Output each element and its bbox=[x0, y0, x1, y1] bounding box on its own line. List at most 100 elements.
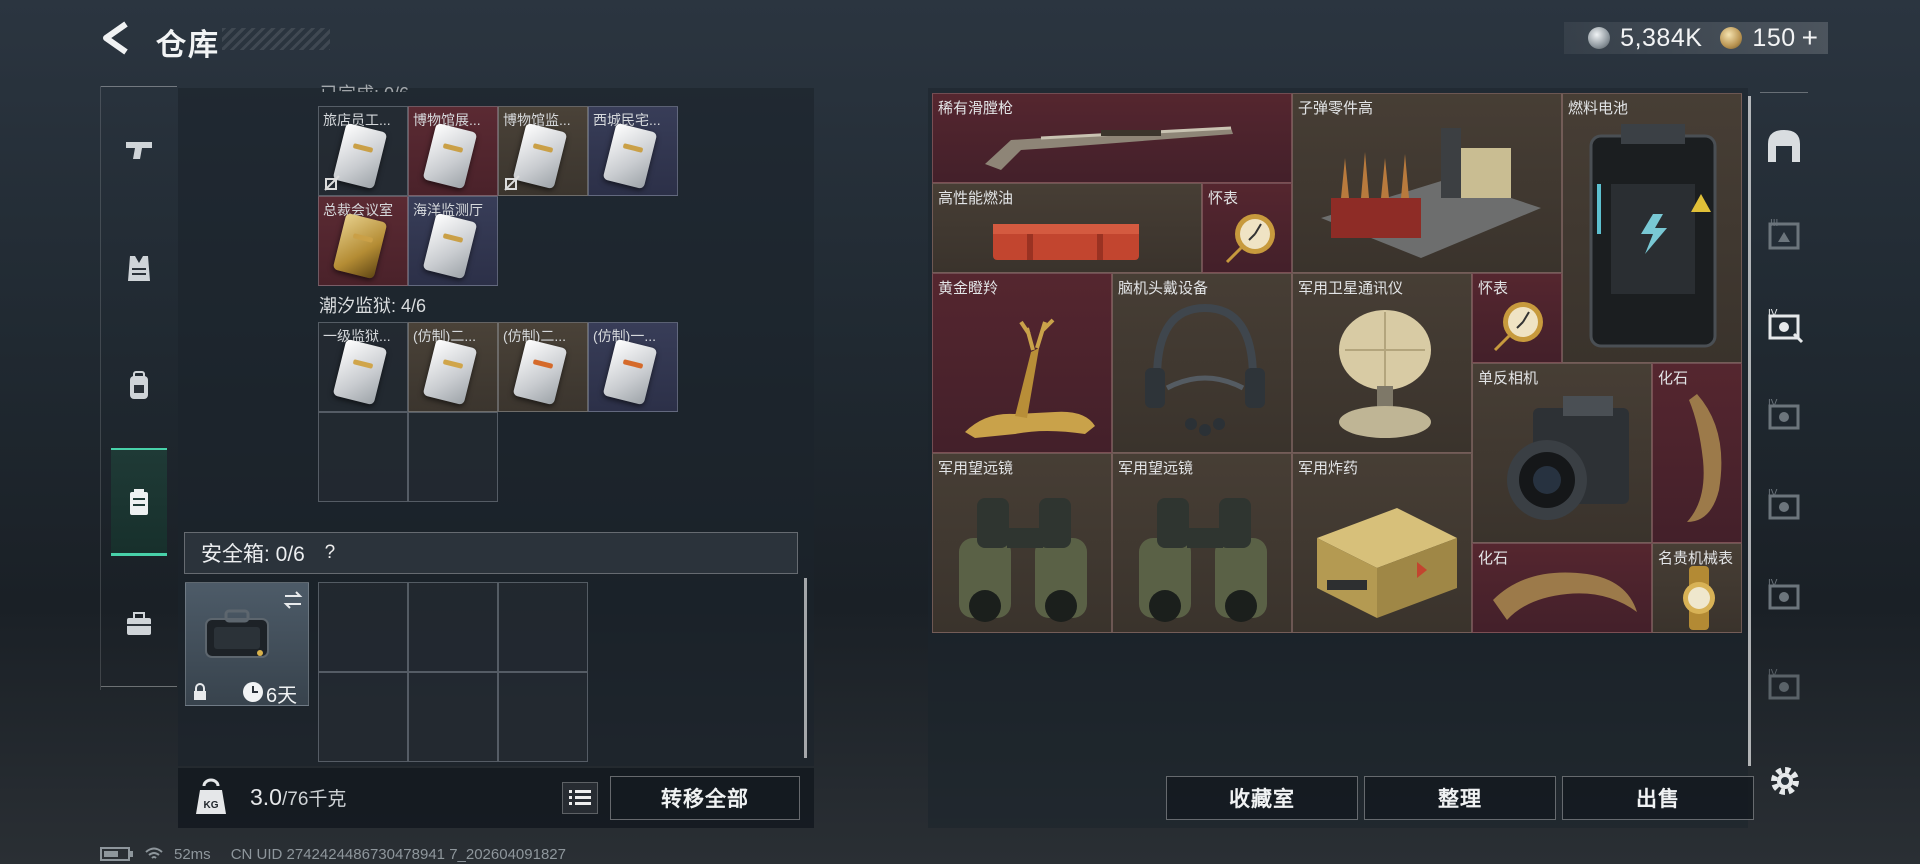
luxury-watch-icon bbox=[1683, 566, 1715, 630]
storage-iv-icon: IV bbox=[1768, 668, 1800, 700]
binoculars-icon bbox=[959, 498, 1087, 622]
sell-button[interactable]: 出售 bbox=[1562, 776, 1754, 820]
tab-storage-main[interactable] bbox=[1760, 122, 1808, 170]
keycard-item[interactable]: 总裁会议室 bbox=[318, 196, 408, 286]
item-label: 名贵机械表 bbox=[1658, 550, 1734, 567]
storage-item[interactable]: 军用卫星通讯仪 bbox=[1292, 273, 1472, 453]
keycard-item[interactable]: 博物馆展... bbox=[408, 106, 498, 196]
empty-slot[interactable] bbox=[318, 582, 408, 672]
item-label: 化石 bbox=[1658, 370, 1689, 387]
keycard-set-header: 已完成: 0/6 bbox=[320, 80, 409, 92]
empty-slot[interactable] bbox=[408, 672, 498, 762]
vest-icon bbox=[128, 256, 150, 281]
storage-scrollbar[interactable] bbox=[1748, 96, 1751, 766]
clock-icon bbox=[243, 682, 263, 702]
list-view-button[interactable] bbox=[562, 782, 598, 814]
ammo-parts-icon bbox=[1321, 128, 1541, 258]
pistol-icon bbox=[126, 142, 152, 159]
keycard-item[interactable]: 一级监狱... bbox=[318, 322, 408, 412]
storage-item[interactable]: 稀有滑膛枪 bbox=[932, 93, 1292, 183]
wifi-icon bbox=[145, 847, 163, 859]
svg-text:IV: IV bbox=[1768, 398, 1778, 409]
list-icon bbox=[569, 790, 591, 805]
keycard-item[interactable]: 海洋监测厅 bbox=[408, 196, 498, 286]
storage-iv-icon: IV bbox=[1768, 308, 1804, 344]
storage-item[interactable]: 军用炸药 bbox=[1292, 453, 1472, 633]
unbound-icon bbox=[324, 175, 340, 191]
storage-iv-icon: IV bbox=[1768, 488, 1800, 520]
svg-text:IV: IV bbox=[1768, 668, 1778, 679]
tab-weapons[interactable] bbox=[111, 122, 167, 178]
currency-display: 5,384K 150 + bbox=[1564, 22, 1828, 54]
svg-text:KG: KG bbox=[204, 800, 219, 811]
storage-item[interactable]: 化石 bbox=[1652, 363, 1742, 543]
storage-item[interactable]: 燃料电池 bbox=[1562, 93, 1742, 363]
lock-icon bbox=[194, 683, 206, 700]
storage-item[interactable]: 怀表 bbox=[1472, 273, 1562, 363]
item-label: 军用望远镜 bbox=[1118, 460, 1194, 477]
storage-item[interactable]: 子弹零件高 bbox=[1292, 93, 1562, 273]
tab-toolbox[interactable] bbox=[111, 596, 167, 652]
weight-value: 3.0 bbox=[250, 784, 282, 810]
keycard-icon bbox=[332, 212, 388, 280]
storage-item[interactable]: 军用望远镜 bbox=[1112, 453, 1292, 633]
pocket-watch-icon bbox=[1493, 302, 1543, 352]
keycard-item[interactable]: (仿制)二... bbox=[498, 322, 588, 412]
empty-slot[interactable] bbox=[318, 672, 408, 762]
storage-item[interactable]: 名贵机械表 bbox=[1652, 543, 1742, 633]
storage-item[interactable]: 单反相机 bbox=[1472, 363, 1652, 543]
silver-amount: 5,384K bbox=[1620, 23, 1703, 52]
storage-item[interactable]: 黄金瞪羚 bbox=[932, 273, 1112, 453]
tab-storage-iv[interactable]: IV bbox=[1760, 660, 1808, 708]
keycard-item[interactable]: 博物馆监... bbox=[498, 106, 588, 196]
satellite-communicator-icon bbox=[1339, 310, 1431, 438]
fossil-claw-icon bbox=[1687, 394, 1722, 522]
tab-storage-iv[interactable]: IV bbox=[1760, 570, 1808, 618]
tab-storage-iv[interactable]: IV bbox=[1760, 390, 1808, 438]
tab-storage-iii[interactable]: III bbox=[1760, 210, 1808, 258]
tab-storage-iv-active[interactable]: IV bbox=[1760, 300, 1808, 348]
empty-slot[interactable] bbox=[408, 582, 498, 672]
storage-item[interactable]: 怀表 bbox=[1202, 183, 1292, 273]
empty-slot[interactable] bbox=[498, 672, 588, 762]
tab-storage[interactable] bbox=[111, 448, 167, 556]
keycard-icon bbox=[422, 212, 478, 280]
uid-text: CN UID 2742424486730478941 7_20260409182… bbox=[230, 845, 566, 863]
storage-item[interactable]: 化石 bbox=[1472, 543, 1652, 633]
storage-iii-icon: III bbox=[1768, 218, 1800, 250]
rail-divider bbox=[101, 86, 177, 87]
safebox-item[interactable]: 6天 bbox=[185, 582, 309, 707]
storage-item[interactable]: 高性能燃油 bbox=[932, 183, 1202, 273]
backpack-scrollbar[interactable] bbox=[804, 578, 807, 758]
collection-room-button[interactable]: 收藏室 bbox=[1166, 776, 1358, 820]
organize-button[interactable]: 整理 bbox=[1364, 776, 1556, 820]
storage-item[interactable]: 脑机头戴设备 bbox=[1112, 273, 1292, 453]
empty-slot[interactable] bbox=[498, 582, 588, 672]
safebox-header: 安全箱: 0/6 ? bbox=[184, 532, 798, 574]
safe-case-icon bbox=[205, 609, 269, 658]
keycard-item[interactable]: (仿制)一... bbox=[588, 322, 678, 412]
storage-item[interactable]: 军用望远镜 bbox=[932, 453, 1112, 633]
tab-backpack[interactable] bbox=[111, 358, 167, 414]
safebox-label: 安全箱: 0/6 bbox=[201, 543, 305, 566]
keycard-item[interactable]: 旅店员工... bbox=[318, 106, 408, 196]
gold-coin-icon bbox=[1720, 27, 1743, 49]
golden-gazelle-icon bbox=[965, 318, 1095, 438]
transfer-all-button[interactable]: 转移全部 bbox=[610, 776, 800, 820]
rail-divider bbox=[1760, 92, 1808, 93]
add-currency-button[interactable]: + bbox=[1802, 22, 1818, 54]
tab-armor[interactable] bbox=[111, 240, 167, 296]
swap-icon[interactable] bbox=[282, 589, 304, 611]
empty-slot[interactable] bbox=[318, 412, 408, 502]
settings-gear-icon[interactable] bbox=[1766, 762, 1804, 800]
keycard-item[interactable]: 西城民宅... bbox=[588, 106, 678, 196]
back-arrow-icon[interactable] bbox=[98, 20, 132, 56]
keycard-item[interactable]: (仿制)二... bbox=[408, 322, 498, 412]
tab-storage-iv[interactable]: IV bbox=[1760, 480, 1808, 528]
svg-text:IV: IV bbox=[1768, 308, 1778, 319]
help-icon[interactable]: ? bbox=[317, 540, 343, 566]
empty-slot[interactable] bbox=[408, 412, 498, 502]
item-label: 脑机头戴设备 bbox=[1118, 280, 1209, 297]
page-title: 仓库 bbox=[156, 29, 220, 62]
keycard-grid: 旅店员工... 博物馆展... 博物馆监... 西城民宅... 总裁会议室 海洋… bbox=[318, 106, 678, 286]
